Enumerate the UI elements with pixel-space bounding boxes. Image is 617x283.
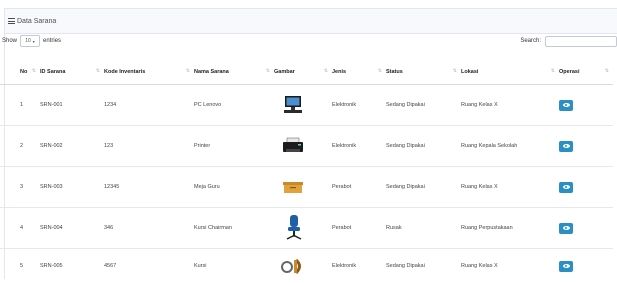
cell-no: 3: [0, 167, 40, 208]
sort-icon: ⇅: [32, 68, 36, 74]
cell-nama-sarana: Printer: [194, 126, 274, 167]
sort-icon: ⇅: [96, 68, 100, 74]
select-arrow-icon: ▾: [33, 39, 35, 44]
table-row: 3 SRN-003 12345 Meja Guru Perabot Sedang…: [0, 167, 613, 208]
cell-kode-inventaris: 1234: [104, 85, 194, 126]
table-controls: Show 10 ▾ entries Search:: [2, 32, 617, 50]
view-button[interactable]: [559, 100, 573, 111]
cell-gambar: [274, 208, 332, 249]
list-icon: [8, 18, 15, 24]
data-sarana-table: No⇅ ID Sarana⇅ Kode Inventaris⇅ Nama Sar…: [0, 60, 613, 283]
show-label: Show: [2, 38, 17, 44]
cell-id-sarana: SRN-005: [40, 249, 104, 283]
eye-icon: [563, 226, 570, 230]
cell-lokasi: Ruang Kelas X: [461, 249, 559, 283]
entries-select-value: 10: [25, 38, 31, 44]
table-row: 1 SRN-001 1234 PC Lenovo Elektronik Seda…: [0, 85, 613, 126]
cell-status: Sedang Dipakai: [386, 126, 461, 167]
cell-gambar: [274, 249, 332, 283]
cell-operasi: [559, 126, 613, 167]
cell-lokasi: Ruang Kepala Sekolah: [461, 126, 559, 167]
cell-id-sarana: SRN-001: [40, 85, 104, 126]
cell-jenis: Elektronik: [332, 126, 386, 167]
cell-id-sarana: SRN-002: [40, 126, 104, 167]
cell-gambar: [274, 85, 332, 126]
table-row: 5 SRN-005 4567 Kursi Elektronik Sedang D…: [0, 249, 613, 283]
view-button[interactable]: [559, 261, 573, 272]
cell-id-sarana: SRN-004: [40, 208, 104, 249]
cell-operasi: [559, 167, 613, 208]
table-row: 4 SRN-004 346 Kursi Chairman Perabot Rus…: [0, 208, 613, 249]
column-header-gambar[interactable]: Gambar⇅: [274, 60, 332, 85]
entries-select[interactable]: 10 ▾: [20, 35, 40, 47]
cell-nama-sarana: Kursi: [194, 249, 274, 283]
cell-nama-sarana: Meja Guru: [194, 167, 274, 208]
column-header-operasi[interactable]: Operasi⇅: [559, 60, 613, 85]
sort-icon: ⇅: [551, 68, 555, 74]
office-chair-image: [282, 214, 304, 242]
cell-operasi: [559, 85, 613, 126]
entries-label: entries: [43, 38, 61, 44]
column-header-status[interactable]: Status⇅: [386, 60, 461, 85]
cell-status: Sedang Dipakai: [386, 85, 461, 126]
view-button[interactable]: [559, 223, 573, 234]
desk-image: [282, 179, 304, 195]
sort-icon: ⇅: [378, 68, 382, 74]
cell-lokasi: Ruang Perpustakaan: [461, 208, 559, 249]
cell-jenis: Elektronik: [332, 85, 386, 126]
cell-status: Sedang Dipakai: [386, 249, 461, 283]
cell-no: 4: [0, 208, 40, 249]
cell-id-sarana: SRN-003: [40, 167, 104, 208]
cell-kode-inventaris: 346: [104, 208, 194, 249]
view-button[interactable]: [559, 141, 573, 152]
cell-no: 2: [0, 126, 40, 167]
cell-nama-sarana: Kursi Chairman: [194, 208, 274, 249]
cell-gambar: [274, 126, 332, 167]
column-header-id-sarana[interactable]: ID Sarana⇅: [40, 60, 104, 85]
cell-kode-inventaris: 12345: [104, 167, 194, 208]
printer-image: [282, 137, 304, 155]
cell-jenis: Elektronik: [332, 249, 386, 283]
panel-header: Data Sarana: [5, 9, 617, 34]
eye-icon: [563, 264, 570, 268]
cell-nama-sarana: PC Lenovo: [194, 85, 274, 126]
cell-status: Sedang Dipakai: [386, 167, 461, 208]
eye-icon: [563, 185, 570, 189]
sort-icon: ⇅: [453, 68, 457, 74]
cell-no: 1: [0, 85, 40, 126]
cell-operasi: [559, 208, 613, 249]
chair-image: [281, 257, 305, 275]
cell-jenis: Perabot: [332, 167, 386, 208]
column-header-lokasi[interactable]: Lokasi⇅: [461, 60, 559, 85]
eye-icon: [563, 144, 570, 148]
table-header-row: No⇅ ID Sarana⇅ Kode Inventaris⇅ Nama Sar…: [0, 60, 613, 85]
computer-image: [282, 95, 304, 115]
search-label: Search:: [520, 38, 541, 44]
panel-title: Data Sarana: [17, 18, 56, 25]
view-button[interactable]: [559, 182, 573, 193]
cell-lokasi: Ruang Kelas X: [461, 167, 559, 208]
cell-lokasi: Ruang Kelas X: [461, 85, 559, 126]
search-input[interactable]: [545, 36, 617, 47]
cell-gambar: [274, 167, 332, 208]
column-header-no[interactable]: No⇅: [0, 60, 40, 85]
column-header-jenis[interactable]: Jenis⇅: [332, 60, 386, 85]
sort-icon: ⇅: [324, 68, 328, 74]
sort-icon: ⇅: [186, 68, 190, 74]
sort-icon: ⇅: [605, 68, 609, 74]
eye-icon: [563, 103, 570, 107]
cell-status: Rusak: [386, 208, 461, 249]
column-header-kode-inventaris[interactable]: Kode Inventaris⇅: [104, 60, 194, 85]
column-header-nama-sarana[interactable]: Nama Sarana⇅: [194, 60, 274, 85]
cell-no: 5: [0, 249, 40, 283]
table-row: 2 SRN-002 123 Printer Elektronik Sedang …: [0, 126, 613, 167]
sort-icon: ⇅: [266, 68, 270, 74]
cell-jenis: Perabot: [332, 208, 386, 249]
cell-kode-inventaris: 4567: [104, 249, 194, 283]
cell-operasi: [559, 249, 613, 283]
cell-kode-inventaris: 123: [104, 126, 194, 167]
